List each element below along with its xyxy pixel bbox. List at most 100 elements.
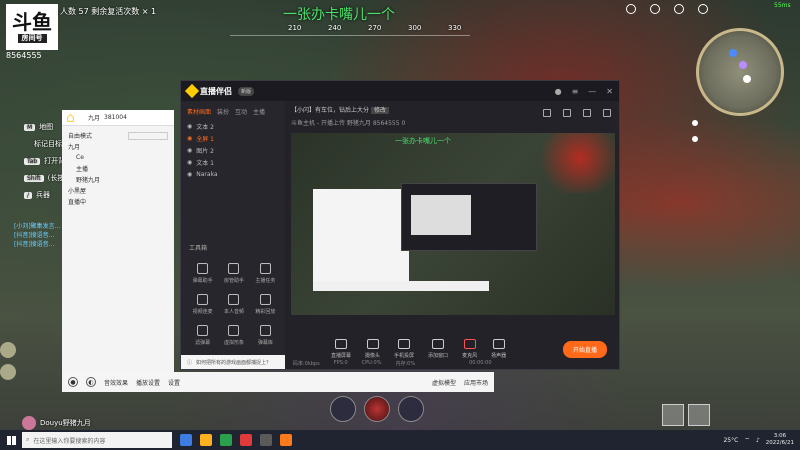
mic-icon[interactable]: ● (68, 377, 78, 387)
search-icon: ⌕ (26, 436, 30, 443)
player-status: 人数 57 剩余复活次数 × 1 (60, 7, 157, 16)
speaker-button[interactable]: 扬声器 (491, 339, 506, 359)
weather-readout[interactable]: 25°C (723, 437, 738, 444)
source-tabs: 素材画面 装扮 互动 主播 (181, 101, 285, 120)
app-icon[interactable] (240, 434, 252, 446)
room-id: 8564555 (372, 120, 400, 127)
friend-row[interactable]: Ce (62, 152, 174, 163)
start-live-button[interactable]: 开始直播 (562, 340, 607, 358)
preview-nested-strip (313, 281, 489, 291)
window-controls: ● ≡ — ✕ (555, 87, 613, 96)
source-item[interactable]: ◉ 文本 1 (181, 156, 285, 168)
preview-area: 【小闪】有车位，钻后上大分 修改 斗鱼主机 - 开播上传 野猪九月 856455… (285, 101, 619, 369)
toolbox-grid: 弹幕助手 房管助手 主播任务 视频连麦 本人音频 精彩回放 滤弹幕 虚拟形象 弹… (187, 263, 281, 346)
camera-button[interactable]: 摄像头 (365, 339, 380, 359)
menu-icon[interactable]: ≡ (572, 87, 579, 96)
hud-top-icons (626, 4, 708, 14)
wechat-icon[interactable] (220, 434, 232, 446)
volume-icon[interactable]: ♪ (756, 437, 760, 444)
stream-timer: 00:00:00 (469, 360, 492, 366)
wifi-icon[interactable]: ⌔ (744, 436, 750, 444)
app-icon[interactable] (260, 434, 272, 446)
compass-tick: 330 (448, 24, 462, 32)
friend-row[interactable]: 九月 (62, 141, 174, 152)
tool-item[interactable]: 本人音频 (218, 294, 249, 315)
toolbar-item[interactable]: 设置 (168, 378, 180, 387)
player-marker (743, 75, 751, 83)
mic-icon[interactable] (674, 4, 684, 14)
settings-icon[interactable] (698, 4, 708, 14)
skill-slot[interactable] (398, 396, 424, 422)
eye-icon[interactable]: ◉ (187, 123, 192, 130)
source-item[interactable]: ◉ 文本 2 (181, 120, 285, 132)
tab-materials[interactable]: 素材画面 (187, 107, 211, 116)
source-item[interactable]: ◉ Naraka (181, 168, 285, 180)
toolbar-item[interactable]: 应用市场 (464, 378, 488, 387)
share-icon[interactable] (563, 109, 571, 117)
toolbar-item[interactable]: 音效效果 (104, 378, 128, 387)
group-select[interactable]: 自由模式 (68, 131, 92, 140)
source-item[interactable]: ◉ 图片 2 (181, 144, 285, 156)
toolbar-item[interactable]: 虚拟模型 (432, 378, 456, 387)
tool-item[interactable]: 主播任务 (250, 263, 281, 284)
microphone-button[interactable]: 麦克风 (462, 339, 477, 359)
settings-icon[interactable] (603, 109, 611, 117)
friend-row[interactable]: 野猪九月 (62, 174, 174, 185)
add-window-button[interactable]: 添加窗口 (428, 339, 448, 359)
tool-item[interactable]: 弹幕库 (250, 325, 281, 346)
skill-slot[interactable] (364, 396, 390, 422)
hint-bar[interactable]: ⓘ 如何把所有的游戏画面都捕捉上？ (181, 355, 285, 369)
compass-tick: 270 (368, 24, 382, 32)
tool-item[interactable]: 弹幕助手 (187, 263, 218, 284)
layout-icon[interactable] (583, 109, 591, 117)
friend-row[interactable]: 小黑屋 (62, 185, 174, 196)
streaming-app-icon[interactable] (280, 434, 292, 446)
tab-host[interactable]: 主播 (253, 107, 265, 116)
tool-item[interactable]: 精彩回放 (250, 294, 281, 315)
friend-panel-header: 九月 381004 (62, 110, 174, 126)
tool-item[interactable]: 滤弹幕 (187, 325, 218, 346)
explorer-icon[interactable] (200, 434, 212, 446)
compass-tick: 240 (328, 24, 342, 32)
friend-row[interactable]: 主播 (62, 163, 174, 174)
pinned-apps (180, 434, 292, 446)
app-logo: 直播伴侣 (184, 83, 232, 99)
tool-item[interactable]: 视频连麦 (187, 294, 218, 315)
source-item[interactable]: ◉ 全屏 1 (181, 132, 285, 144)
minimap[interactable] (696, 28, 784, 116)
tab-interaction[interactable]: 互动 (235, 107, 247, 116)
search-input[interactable] (128, 131, 168, 140)
screen-capture-button[interactable]: 直播屏幕 (331, 339, 351, 359)
skill-slot[interactable] (330, 396, 356, 422)
tool-item[interactable]: 虚拟形象 (218, 325, 249, 346)
tab-decor[interactable]: 装扮 (217, 107, 229, 116)
lock-icon[interactable] (543, 109, 551, 117)
streaming-app-window: 直播伴侣 新版 ● ≡ — ✕ 素材画面 装扮 互动 主播 ◉ 文本 2 ◉ 全屏 … (180, 80, 620, 370)
edit-button[interactable]: 修改 (370, 107, 389, 114)
task-view-icon[interactable] (180, 434, 192, 446)
volume-icon[interactable]: ◐ (86, 377, 96, 387)
room-number: 8564555 (6, 51, 42, 60)
item-slot[interactable] (688, 404, 710, 426)
team-icon (650, 4, 660, 14)
clock[interactable]: 3:06 2022/6/21 (766, 433, 794, 447)
phone-cast-button[interactable]: 手机投屏 (394, 339, 414, 359)
toolbar-item[interactable]: 播放设置 (136, 378, 160, 387)
chat-line: [小刘]聚集发言... (14, 223, 61, 230)
eye-icon[interactable]: ◉ (187, 147, 192, 154)
taskbar-search[interactable]: ⌕ 在这里输入你要搜索的内容 (22, 432, 172, 448)
minimize-icon[interactable]: — (588, 87, 596, 96)
item-slot[interactable] (662, 404, 684, 426)
friend-row[interactable]: 直播中 (62, 196, 174, 207)
scene-actions (543, 109, 611, 117)
start-button[interactable] (0, 430, 22, 450)
eye-icon[interactable]: ◉ (187, 171, 192, 178)
home-icon[interactable]: ⌂ (66, 110, 75, 126)
tool-item[interactable]: 房管助手 (218, 263, 249, 284)
close-icon[interactable]: ✕ (606, 87, 613, 96)
live-preview[interactable]: 一张办卡嘴儿一个 (291, 133, 615, 315)
preview-banner: 一张办卡嘴儿一个 (395, 137, 451, 145)
user-icon[interactable]: ● (555, 87, 562, 96)
eye-icon[interactable]: ◉ (187, 135, 192, 142)
eye-icon[interactable]: ◉ (187, 159, 192, 166)
